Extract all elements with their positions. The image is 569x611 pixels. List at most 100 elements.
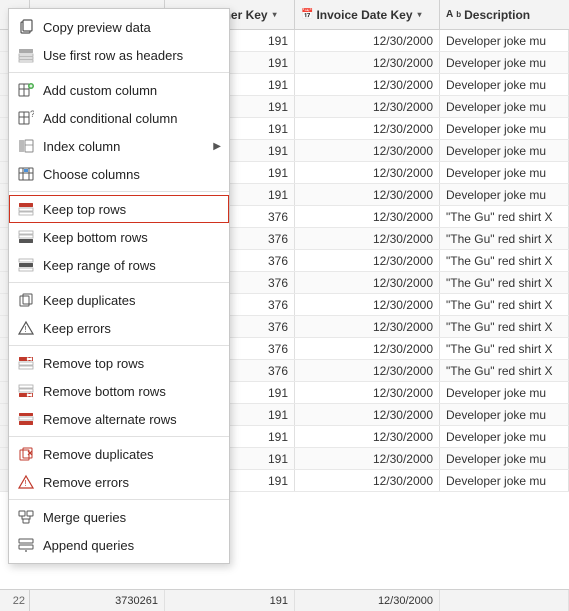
footer-customerkey: 191 xyxy=(165,590,295,611)
cell-invoicedate: 12/30/2000 xyxy=(295,74,440,95)
menu-item-label: Remove duplicates xyxy=(43,447,154,462)
svg-text:!: ! xyxy=(24,479,26,488)
col-type-icon4: A xyxy=(446,9,453,20)
append-icon xyxy=(17,536,35,554)
menu-item-keep-duplicates[interactable]: Keep duplicates xyxy=(9,286,229,314)
menu-item-label: Remove top rows xyxy=(43,356,144,371)
cell-invoicedate: 12/30/2000 xyxy=(295,206,440,227)
cell-description: "The Gu" red shirt X xyxy=(440,272,569,293)
col-header-invoicedate[interactable]: 📅 Invoice Date Key ▾ xyxy=(295,0,440,29)
menu-item-remove-errors[interactable]: ! Remove errors xyxy=(9,468,229,496)
footer-row: 22 3730261 191 12/30/2000 xyxy=(0,589,569,611)
cell-invoicedate: 12/30/2000 xyxy=(295,382,440,403)
keep-bottom-icon xyxy=(17,228,35,246)
menu-item-label: Add custom column xyxy=(43,83,157,98)
menu-separator xyxy=(9,345,229,346)
submenu-arrow-icon: ▶ xyxy=(213,141,221,152)
menu-item-keep-top-rows[interactable]: Keep top rows xyxy=(9,195,229,223)
cell-invoicedate: 12/30/2000 xyxy=(295,118,440,139)
menu-separator xyxy=(9,72,229,73)
remove-err-icon: ! xyxy=(17,473,35,491)
remove-dup-icon xyxy=(17,445,35,463)
cell-description: "The Gu" red shirt X xyxy=(440,338,569,359)
menu-item-use-first-row[interactable]: Use first row as headers xyxy=(9,41,229,69)
cell-description: "The Gu" red shirt X xyxy=(440,250,569,271)
menu-item-keep-errors[interactable]: ! Keep errors xyxy=(9,314,229,342)
menu-item-label: Keep top rows xyxy=(43,202,126,217)
col-invoicedate-label: Invoice Date Key xyxy=(316,8,412,22)
menu-item-add-custom-col[interactable]: Add custom column xyxy=(9,76,229,104)
dropdown-customerkey[interactable]: ▾ xyxy=(273,10,277,19)
menu-item-label: Keep errors xyxy=(43,321,111,336)
menu-item-choose-columns[interactable]: Choose columns xyxy=(9,160,229,188)
merge-icon xyxy=(17,508,35,526)
col-header-description[interactable]: A b Description xyxy=(440,0,569,29)
dropdown-invoicedate[interactable]: ▾ xyxy=(418,10,422,19)
menu-item-remove-bottom-rows[interactable]: Remove bottom rows xyxy=(9,377,229,405)
keep-range-icon xyxy=(17,256,35,274)
cell-invoicedate: 12/30/2000 xyxy=(295,404,440,425)
menu-item-label: Remove bottom rows xyxy=(43,384,166,399)
menu-item-remove-duplicates[interactable]: Remove duplicates xyxy=(9,440,229,468)
cell-description: Developer joke mu xyxy=(440,470,569,491)
menu-item-append-queries[interactable]: Append queries xyxy=(9,531,229,559)
menu-separator xyxy=(9,436,229,437)
menu-item-copy-preview[interactable]: Copy preview data xyxy=(9,13,229,41)
cell-invoicedate: 12/30/2000 xyxy=(295,426,440,447)
keep-dup-icon xyxy=(17,291,35,309)
cell-description: Developer joke mu xyxy=(440,162,569,183)
cell-description: "The Gu" red shirt X xyxy=(440,206,569,227)
col-type-icon3: 📅 xyxy=(301,9,313,20)
cell-description: Developer joke mu xyxy=(440,74,569,95)
remove-alt-icon xyxy=(17,410,35,428)
cell-description: Developer joke mu xyxy=(440,426,569,447)
choose-icon xyxy=(17,165,35,183)
svg-text:!: ! xyxy=(24,325,26,334)
cell-description: Developer joke mu xyxy=(440,96,569,117)
menu-item-label: Keep bottom rows xyxy=(43,230,148,245)
menu-item-label: Use first row as headers xyxy=(43,48,183,63)
footer-description xyxy=(440,590,569,611)
cell-invoicedate: 12/30/2000 xyxy=(295,272,440,293)
add-cond-icon: ? xyxy=(17,109,35,127)
footer-salekey: 3730261 xyxy=(30,590,165,611)
menu-item-label: Index column xyxy=(43,139,120,154)
remove-bottom-icon xyxy=(17,382,35,400)
menu-item-label: Append queries xyxy=(43,538,134,553)
menu-item-keep-range-rows[interactable]: Keep range of rows xyxy=(9,251,229,279)
menu-item-label: Choose columns xyxy=(43,167,140,182)
cell-description: Developer joke mu xyxy=(440,404,569,425)
menu-item-label: Keep range of rows xyxy=(43,258,156,273)
cell-description: "The Gu" red shirt X xyxy=(440,360,569,381)
menu-item-merge-queries[interactable]: Merge queries xyxy=(9,503,229,531)
cell-invoicedate: 12/30/2000 xyxy=(295,52,440,73)
menu-separator xyxy=(9,499,229,500)
keep-err-icon: ! xyxy=(17,319,35,337)
cell-invoicedate: 12/30/2000 xyxy=(295,294,440,315)
cell-invoicedate: 12/30/2000 xyxy=(295,96,440,117)
cell-description: Developer joke mu xyxy=(440,448,569,469)
cell-description: Developer joke mu xyxy=(440,140,569,161)
cell-description: "The Gu" red shirt X xyxy=(440,294,569,315)
cell-invoicedate: 12/30/2000 xyxy=(295,316,440,337)
cell-invoicedate: 12/30/2000 xyxy=(295,228,440,249)
menu-item-add-conditional-col[interactable]: ?Add conditional column xyxy=(9,104,229,132)
menu-item-index-column[interactable]: Index column ▶ xyxy=(9,132,229,160)
copy-icon xyxy=(17,18,35,36)
menu-item-label: Copy preview data xyxy=(43,20,151,35)
menu-item-remove-top-rows[interactable]: Remove top rows xyxy=(9,349,229,377)
menu-item-keep-bottom-rows[interactable]: Keep bottom rows xyxy=(9,223,229,251)
menu-item-remove-alternate-rows[interactable]: Remove alternate rows xyxy=(9,405,229,433)
menu-item-label: Remove errors xyxy=(43,475,129,490)
col-type-icon4b: b xyxy=(456,10,461,19)
footer-row-num: 22 xyxy=(0,590,30,611)
context-menu: Copy preview data Use first row as header… xyxy=(8,8,230,564)
header-icon xyxy=(17,46,35,64)
footer-invoicedate: 12/30/2000 xyxy=(295,590,440,611)
col-description-label: Description xyxy=(464,8,530,22)
add-col-icon xyxy=(17,81,35,99)
cell-invoicedate: 12/30/2000 xyxy=(295,470,440,491)
menu-item-label: Merge queries xyxy=(43,510,126,525)
cell-description: "The Gu" red shirt X xyxy=(440,228,569,249)
cell-invoicedate: 12/30/2000 xyxy=(295,338,440,359)
